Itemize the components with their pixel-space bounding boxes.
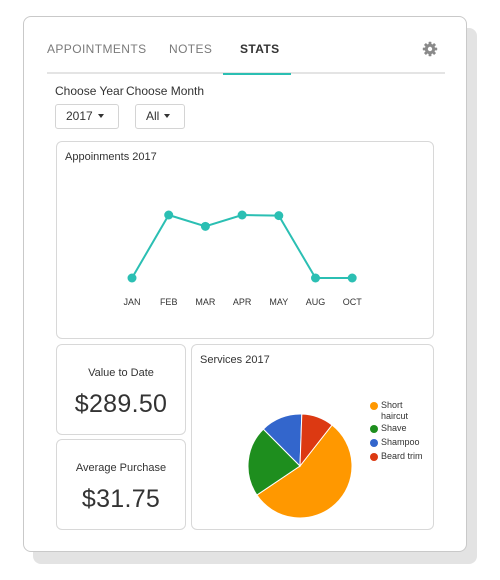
chevron-down-icon [97, 114, 104, 118]
legend-short-haircut-line2: haircut [381, 411, 409, 421]
x-tick-label-aug: AUG [306, 297, 326, 307]
legend-swatch-shave [370, 425, 378, 433]
legend-beard-trim: Beard trim [381, 451, 423, 461]
legend-short-haircut-line1: Short [381, 400, 403, 410]
year-dropdown-value: 2017 [66, 109, 93, 123]
appointments-point-apr [237, 210, 247, 220]
appointments-point-oct [347, 273, 357, 283]
appointments-point-feb [164, 210, 174, 220]
gear-icon[interactable] [422, 41, 438, 57]
x-tick-label-jan: JAN [123, 297, 140, 307]
value-to-date-panel: Value to Date $289.50 [56, 344, 186, 435]
x-tick-label-apr: APR [233, 297, 252, 307]
legend-shampoo: Shampoo [381, 437, 420, 447]
value-to-date-amount: $289.50 [74, 390, 168, 418]
choose-year-label: Choose Year [55, 84, 124, 98]
month-dropdown[interactable]: All [135, 104, 185, 129]
legend-swatch-shampoo [370, 439, 378, 447]
tab-notes[interactable]: NOTES [169, 40, 212, 74]
choose-month-label: Choose Month [126, 84, 205, 98]
appointments-series-line [131, 213, 353, 279]
appointments-point-mar [200, 221, 210, 231]
chevron-down-icon [164, 114, 171, 118]
month-dropdown-value: All [146, 109, 160, 123]
average-purchase-panel: Average Purchase $31.75 [56, 439, 186, 530]
year-dropdown[interactable]: 2017 [55, 104, 119, 129]
legend-shave: Shave [381, 423, 407, 433]
appointments-point-aug [311, 273, 320, 283]
appointments-point-jan [127, 273, 137, 283]
tab-appointments[interactable]: APPOINTMENTS [47, 40, 146, 74]
value-to-date-label: Value to Date [88, 367, 154, 379]
legend-swatch-short-haircut [370, 402, 378, 410]
tab-stats[interactable]: STATS [240, 40, 280, 74]
average-purchase-label: Average Purchase [75, 462, 167, 474]
tab-bar: APPOINTMENTS NOTES STATS [47, 40, 445, 75]
legend-short-haircut: Short haircut [381, 400, 408, 422]
active-tab-indicator [223, 73, 291, 75]
appointments-chart-panel: Appoinments 2017 JAN FEB MAR APR MAY AUG OCT [56, 141, 434, 339]
x-tick-label-oct: OCT [343, 297, 363, 307]
x-tick-label-mar: MAR [195, 297, 216, 307]
average-purchase-amount: $31.75 [81, 485, 161, 513]
x-tick-label-may: MAY [269, 297, 288, 307]
x-tick-label-feb: FEB [160, 297, 178, 307]
stats-card: APPOINTMENTS NOTES STATS Choose Year Cho… [23, 16, 467, 552]
services-chart-panel: Services 2017 Short haircut Shave Shampo… [191, 344, 434, 530]
appointments-point-may [274, 211, 284, 221]
appointments-line-chart: JAN FEB MAR APR MAY AUG OCT [123, 210, 363, 307]
legend-swatch-beard-trim [370, 453, 378, 461]
